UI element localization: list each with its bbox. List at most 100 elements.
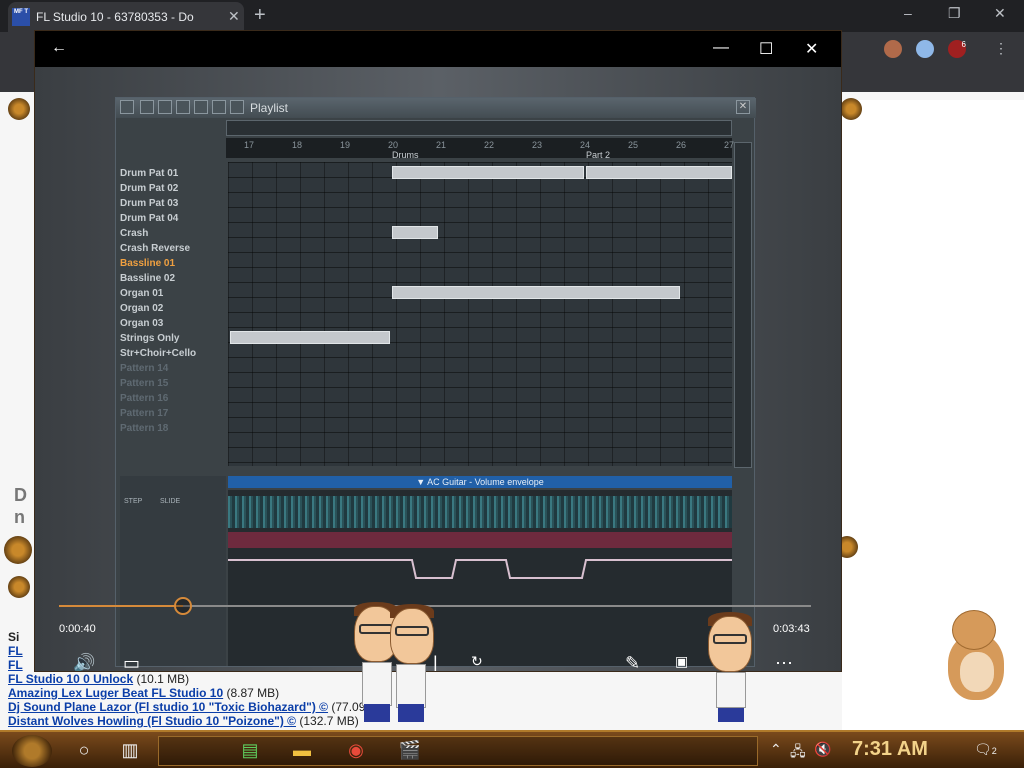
pattern-name[interactable]: Pattern 18 [120, 421, 224, 436]
back-button[interactable]: ← [51, 39, 67, 57]
total-duration: 0:03:43 [773, 623, 810, 635]
pencil-icon[interactable]: ✎ [625, 653, 640, 671]
new-tab-button[interactable]: + [254, 4, 266, 27]
pattern-name[interactable]: Crash [120, 226, 224, 241]
tab-title: FL Studio 10 - 63780353 - Do [36, 10, 194, 24]
movies-tv-icon[interactable]: 🎬 [398, 738, 422, 762]
taskbar-clock[interactable]: 7:31 AM [852, 738, 928, 761]
tab-close-icon[interactable]: ✕ [228, 8, 240, 25]
download-link[interactable]: FL Studio 10 0 Unlock [8, 672, 133, 686]
pattern-name[interactable]: Pattern 16 [120, 391, 224, 406]
pattern-name[interactable]: Str+Choir+Cello [120, 346, 224, 361]
skip-forward-button[interactable]: ↻30 [471, 653, 483, 670]
ruler-tick: 21 [436, 140, 447, 150]
pattern-name[interactable]: Crash Reverse [120, 241, 224, 256]
pattern-name[interactable]: Organ 02 [120, 301, 224, 316]
ruler-tick: 26 [676, 140, 687, 150]
playlist-close-icon: ✕ [736, 100, 750, 114]
ruler-tick: 17 [244, 140, 255, 150]
skip-forward-label: 30 [473, 671, 485, 672]
seek-thumb[interactable] [174, 597, 192, 615]
player-maximize-button[interactable]: ☐ [759, 39, 773, 59]
tray-chevron-icon[interactable]: ⌃ [770, 741, 782, 758]
list-item[interactable]: FL Studio 10 0 Unlock (10.1 MB) [8, 672, 365, 686]
sticky-notes-icon[interactable]: ▤ [238, 738, 262, 762]
volume-icon[interactable]: 🔊 [73, 653, 95, 671]
network-icon[interactable]: 🖧 [790, 741, 806, 765]
menu-icon[interactable]: ⋮ [994, 40, 1012, 58]
slide-option: SLIDE [160, 498, 181, 505]
window-minimize-button[interactable]: – [904, 5, 912, 21]
favicon-icon: MF T [12, 8, 30, 26]
pattern-clip [392, 286, 680, 299]
subtitles-icon[interactable]: ▭ [123, 653, 140, 671]
ruler-tick: 27 [724, 140, 735, 150]
envelope-track [228, 490, 732, 666]
notification-center-icon[interactable]: 🗨2 [974, 741, 997, 758]
file-size: (10.1 MB) [136, 672, 190, 686]
seek-progress [59, 605, 183, 607]
extension-icon[interactable] [916, 40, 934, 58]
pattern-clip [392, 166, 584, 179]
download-link[interactable]: Amazing Lex Luger Beat FL Studio 10 [8, 686, 223, 700]
ruler-tick: 25 [628, 140, 639, 150]
window-restore-button[interactable]: ❐ [948, 5, 961, 22]
automation-band [228, 532, 732, 548]
extension-badge: 6 [961, 40, 966, 49]
pattern-clip [230, 331, 390, 344]
pattern-name[interactable]: Organ 01 [120, 286, 224, 301]
search-circle-icon[interactable]: ○ [72, 738, 96, 762]
pattern-name[interactable]: Pattern 15 [120, 376, 224, 391]
start-button[interactable] [12, 735, 52, 767]
pattern-name[interactable]: Bassline 01 [120, 256, 224, 271]
mini-view-icon[interactable]: ▣ [675, 653, 688, 670]
elapsed-time: 0:00:40 [59, 623, 96, 635]
download-link[interactable]: Distant Wolves Howling (Fl Studio 10 "Po… [8, 714, 296, 728]
video-frame[interactable]: Playlist ✕ 17 18 19 20 21 22 23 24 25 26 27 Drums … [35, 67, 841, 671]
pattern-clip [392, 226, 438, 239]
file-explorer-icon[interactable]: ▬ [290, 738, 314, 762]
pattern-name[interactable]: Drum Pat 02 [120, 181, 224, 196]
pattern-name[interactable]: Strings Only [120, 331, 224, 346]
play-pause-button[interactable]: | [433, 653, 438, 671]
player-minimize-button[interactable]: — [713, 39, 729, 57]
download-link[interactable]: FL [8, 658, 23, 672]
pattern-name[interactable]: Pattern 17 [120, 406, 224, 421]
pattern-name[interactable]: Drum Pat 03 [120, 196, 224, 211]
player-close-button[interactable]: ✕ [805, 39, 818, 59]
gear-icon [4, 536, 32, 564]
ruler-tick: 24 [580, 140, 591, 150]
gear-icon [8, 576, 30, 598]
volume-muted-icon[interactable]: 🔇 [814, 741, 831, 758]
audio-waveform [228, 496, 732, 528]
download-link[interactable]: FL [8, 644, 23, 658]
pattern-name[interactable]: Pattern 14 [120, 361, 224, 376]
task-view-icon[interactable]: ▥ [118, 738, 142, 762]
list-item[interactable]: Distant Wolves Howling (Fl Studio 10 "Po… [8, 714, 365, 728]
more-options-icon[interactable]: ⋯ [775, 653, 793, 671]
pencil-tool-icon [140, 100, 154, 114]
profile-avatar-icon[interactable] [884, 40, 902, 58]
ruler-tick: 20 [388, 140, 399, 150]
list-item[interactable]: Amazing Lex Luger Beat FL Studio 10 (8.8… [8, 686, 365, 700]
playlist-titlebar: Playlist ✕ [116, 98, 756, 118]
browser-tab[interactable]: MF T FL Studio 10 - 63780353 - Do ✕ [8, 2, 244, 32]
chrome-icon[interactable]: ◉ [344, 738, 368, 762]
pattern-name[interactable]: Bassline 02 [120, 271, 224, 286]
pattern-name[interactable]: Organ 03 [120, 316, 224, 331]
browser-tab-bar: MF T FL Studio 10 - 63780353 - Do ✕ + – … [0, 0, 1024, 32]
pattern-name[interactable]: Drum Pat 04 [120, 211, 224, 226]
horizontal-scrollbar [226, 120, 732, 136]
window-close-button[interactable]: ✕ [994, 5, 1006, 22]
character-legs [364, 704, 390, 722]
menu-icon [120, 100, 134, 114]
hamster-head [952, 610, 996, 650]
list-item[interactable]: Dj Sound Plane Lazor (Fl studio 10 "Toxi… [8, 700, 365, 714]
ruler-tick: 22 [484, 140, 495, 150]
pattern-name[interactable]: Drum Pat 01 [120, 166, 224, 181]
ublock-icon[interactable]: 6 [948, 40, 966, 58]
volume-envelope-line [228, 559, 732, 579]
glasses-icon [395, 626, 429, 636]
mute-tool-icon [194, 100, 208, 114]
download-link[interactable]: Dj Sound Plane Lazor (Fl studio 10 "Toxi… [8, 700, 328, 714]
